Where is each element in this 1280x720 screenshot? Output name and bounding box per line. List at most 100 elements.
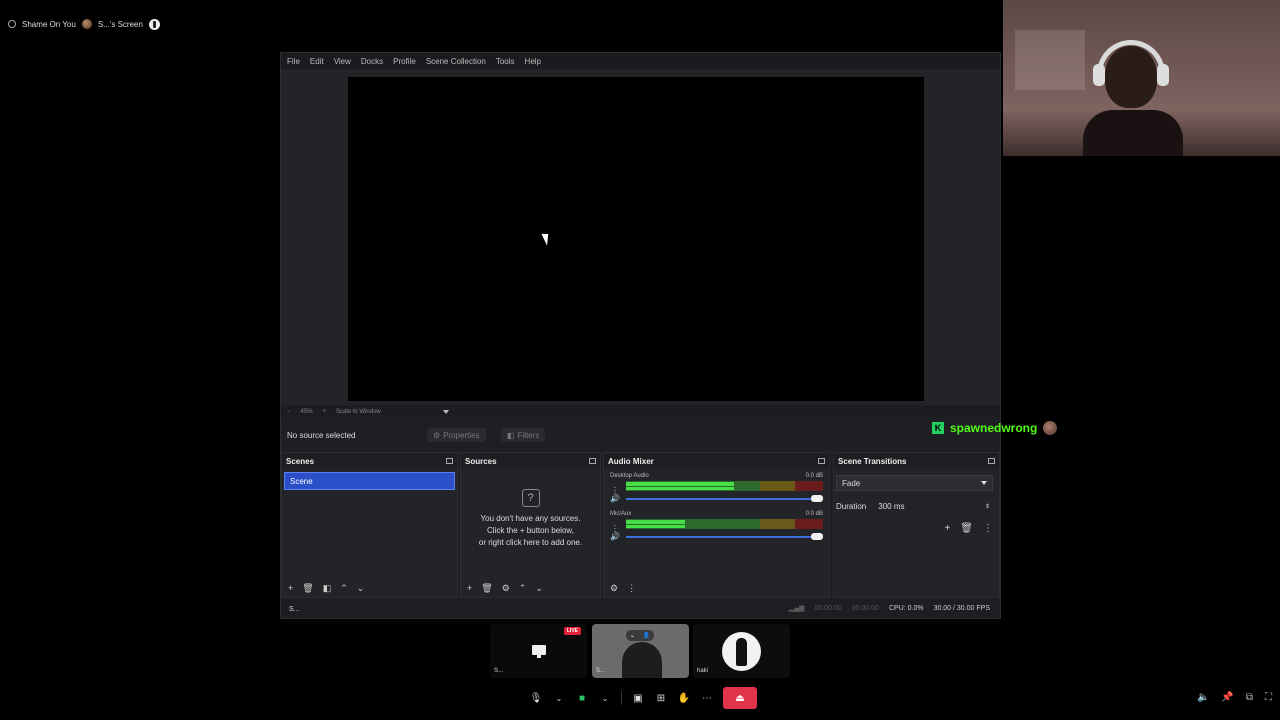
scene-list-item[interactable]: Scene — [284, 472, 455, 490]
trash-icon[interactable]: 🗑 — [302, 583, 313, 594]
add-icon[interactable]: + — [944, 523, 950, 534]
scenes-title-bar: Scenes — [282, 453, 457, 469]
advanced-audio-icon[interactable]: ⚙ — [610, 583, 618, 594]
zoom-in-button[interactable]: + — [323, 409, 327, 415]
fps: 30.00 / 30.00 FPS — [933, 604, 990, 612]
channel-menu-icon[interactable]: ⋮ — [611, 486, 619, 495]
volume-row: 🔊 — [610, 532, 823, 541]
volume-row: 🔊 — [610, 494, 823, 503]
status-bar: S... ▂▄▆ 00:00:00 00:00:00 CPU: 0.0% 30.… — [281, 600, 1000, 618]
participant-video — [622, 642, 662, 678]
spinner-icon[interactable]: ⇕ — [985, 503, 990, 510]
chevron-down-icon[interactable]: ⌄ — [552, 688, 566, 708]
mic-icon[interactable]: 🎙 — [529, 688, 543, 708]
zoom-out-button[interactable]: − — [287, 409, 291, 415]
scale-dropdown-icon[interactable] — [442, 410, 449, 414]
menu-file[interactable]: File — [287, 57, 300, 66]
sources-title-bar: Sources — [461, 453, 600, 469]
volume-slider[interactable] — [625, 532, 823, 540]
participant-tile-screen[interactable]: LIVE S... — [490, 624, 587, 678]
mixer-footer: ⚙ ⋮ — [604, 579, 829, 597]
more-icon[interactable]: ⋮ — [983, 523, 993, 534]
transitions-title-bar: Scene Transitions — [834, 453, 999, 469]
add-icon[interactable]: + — [467, 583, 472, 593]
tile-controls[interactable]: ⌄ 👤 — [626, 630, 654, 641]
presenter-name: S...'s Screen — [97, 19, 143, 29]
scale-mode[interactable]: Scale to Window — [336, 409, 381, 415]
hand-icon[interactable]: ✋ — [677, 688, 691, 708]
transitions-title: Scene Transitions — [838, 456, 907, 466]
trash-icon[interactable]: 🗑 — [960, 523, 973, 534]
camera-icon[interactable]: ■ — [575, 688, 589, 708]
channel-name: Mic/Aux — [610, 511, 632, 517]
speaker-icon[interactable]: 🔊 — [610, 532, 620, 541]
chat-pill[interactable]: S... — [289, 606, 300, 613]
menu-tools[interactable]: Tools — [496, 57, 515, 66]
menu-help[interactable]: Help — [525, 57, 541, 66]
speaker-icon[interactable]: 🔊 — [610, 494, 620, 503]
filters-label: Filters — [517, 430, 540, 440]
call-controls: 🎙 ⌄ ■ ⌄ ▣ ⊞ ✋ ⋯ ⏏ — [529, 687, 757, 709]
menu-edit[interactable]: Edit — [310, 57, 324, 66]
trash-icon[interactable]: 🗑 — [481, 583, 492, 594]
channel-db: 0.0 dB — [805, 473, 823, 479]
menu-profile[interactable]: Profile — [393, 57, 416, 66]
volume-icon[interactable]: 🔈 — [1197, 692, 1209, 703]
duration-label: Duration — [836, 501, 867, 511]
channel-header: Desktop Audio 0.0 dB — [604, 473, 829, 479]
properties-button[interactable]: ⚙ Properties — [427, 428, 486, 442]
info-icon[interactable] — [148, 18, 160, 30]
sources-empty-state[interactable]: ? You don't have any sources. Click the … — [461, 489, 600, 549]
popout-icon[interactable]: ⧉ — [1246, 692, 1253, 703]
transition-select[interactable]: Fade — [836, 475, 993, 491]
duration-value: 300 ms — [878, 501, 905, 511]
audio-mixer-title-bar: Audio Mixer — [604, 453, 829, 469]
undock-icon[interactable] — [589, 458, 596, 464]
channel-menu-icon[interactable]: ⋮ — [611, 524, 619, 533]
person — [1083, 40, 1183, 156]
chevron-down-icon[interactable]: ⌄ — [630, 632, 635, 639]
filter-icon: ◧ — [507, 430, 515, 440]
cpu-usage: CPU: 0.0% — [888, 604, 924, 612]
gear-icon[interactable]: ⚙ — [502, 583, 510, 594]
menu-docks[interactable]: Docks — [361, 57, 383, 66]
people-icon[interactable]: 👤 — [643, 632, 650, 639]
scenes-title: Scenes — [286, 456, 315, 466]
duration-input[interactable]: 300 ms ⇕ — [874, 499, 993, 513]
slider-knob[interactable] — [811, 494, 823, 502]
move-up-icon[interactable]: ⌃ — [519, 583, 527, 594]
menu-scene-collection[interactable]: Scene Collection — [426, 57, 486, 66]
filter-icon[interactable]: ◧ — [323, 583, 332, 594]
move-up-icon[interactable]: ⌃ — [340, 583, 348, 594]
move-down-icon[interactable]: ⌄ — [357, 583, 365, 594]
volume-slider[interactable] — [625, 494, 823, 502]
undock-icon[interactable] — [446, 458, 453, 464]
add-icon[interactable]: + — [288, 583, 293, 593]
pin-icon[interactable]: 📌 — [1221, 692, 1233, 703]
fullscreen-icon[interactable]: ⛶ — [1265, 692, 1272, 703]
mixer-menu-icon[interactable]: ⋮ — [627, 583, 636, 594]
undock-icon[interactable] — [988, 458, 995, 464]
participant-tile-haki[interactable]: haki — [693, 624, 790, 678]
volume-meter — [626, 519, 823, 529]
participant-tile-camera[interactable]: ⌄ 👤 S... — [592, 624, 689, 678]
grid-icon[interactable]: ⊞ — [654, 688, 668, 708]
chevron-down-icon[interactable]: ⌄ — [598, 688, 612, 708]
preview-canvas[interactable] — [348, 77, 924, 401]
more-icon[interactable]: ⋯ — [700, 688, 714, 708]
meter-level — [626, 487, 735, 490]
menu-view[interactable]: View — [334, 57, 351, 66]
filters-button[interactable]: ◧ Filters — [501, 428, 546, 442]
slider-knob[interactable] — [811, 532, 823, 540]
undock-icon[interactable] — [818, 458, 825, 464]
rec-time: 00:00:00 — [851, 604, 879, 612]
meter-level — [626, 525, 686, 528]
leave-call-button[interactable]: ⏏ — [723, 687, 757, 709]
presenter-avatar — [81, 19, 92, 29]
stream-time: 00:00:00 — [814, 604, 842, 612]
divider — [621, 691, 622, 705]
share-screen-icon[interactable]: ▣ — [631, 688, 645, 708]
background-shelf — [1015, 30, 1085, 90]
move-down-icon[interactable]: ⌄ — [535, 583, 543, 594]
sources-footer: + 🗑 ⚙ ⌃ ⌄ — [461, 579, 600, 597]
